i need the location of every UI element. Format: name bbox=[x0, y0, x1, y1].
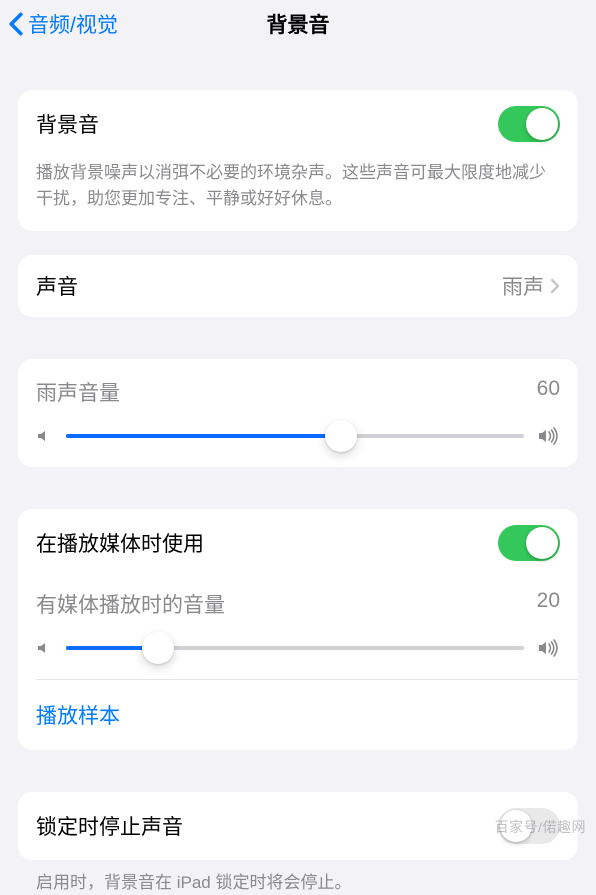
master-toggle[interactable] bbox=[498, 106, 560, 142]
back-button[interactable]: 音频/视觉 bbox=[8, 9, 118, 39]
chevron-left-icon bbox=[8, 12, 24, 36]
media-card: 在播放媒体时使用 有媒体播放时的音量 20 bbox=[18, 509, 578, 750]
lock-desc: 启用时，背景音在 iPad 锁定时将会停止。 bbox=[18, 860, 578, 895]
sound-card: 声音 雨声 bbox=[18, 255, 578, 317]
sound-value: 雨声 bbox=[502, 271, 544, 301]
master-label: 背景音 bbox=[36, 109, 498, 139]
volume-label: 雨声音量 bbox=[36, 377, 120, 407]
media-volume-thumb[interactable] bbox=[142, 632, 174, 664]
lock-toggle[interactable] bbox=[498, 808, 560, 844]
master-card: 背景音 播放背景噪声以消弭不必要的环境杂声。这些声音可最大限度地减少干扰，助您更… bbox=[18, 90, 578, 231]
sound-row[interactable]: 声音 雨声 bbox=[18, 255, 578, 317]
sample-row[interactable]: 播放样本 bbox=[18, 680, 578, 750]
speaker-high-icon bbox=[538, 427, 560, 445]
back-label: 音频/视觉 bbox=[28, 9, 118, 39]
lock-toggle-row: 锁定时停止声音 bbox=[18, 792, 578, 860]
media-toggle-row: 在播放媒体时使用 bbox=[18, 509, 578, 577]
chevron-right-icon bbox=[550, 278, 560, 294]
speaker-high-icon bbox=[538, 639, 560, 657]
volume-value: 60 bbox=[537, 377, 560, 407]
lock-label: 锁定时停止声音 bbox=[36, 811, 498, 841]
media-volume-value: 20 bbox=[537, 589, 560, 619]
play-sample-link[interactable]: 播放样本 bbox=[36, 705, 120, 728]
volume-card: 雨声音量 60 bbox=[18, 359, 578, 467]
master-toggle-row: 背景音 bbox=[18, 90, 578, 158]
speaker-low-icon bbox=[36, 428, 52, 444]
media-volume-track[interactable] bbox=[66, 646, 524, 650]
media-volume-label: 有媒体播放时的音量 bbox=[36, 589, 225, 619]
sound-label: 声音 bbox=[36, 271, 502, 301]
volume-slider[interactable] bbox=[36, 427, 560, 445]
speaker-low-icon bbox=[36, 640, 52, 656]
media-toggle-label: 在播放媒体时使用 bbox=[36, 528, 498, 558]
media-volume-slider[interactable] bbox=[36, 639, 560, 657]
media-toggle[interactable] bbox=[498, 525, 560, 561]
volume-thumb[interactable] bbox=[325, 420, 357, 452]
volume-track[interactable] bbox=[66, 434, 524, 438]
navbar: 音频/视觉 背景音 bbox=[0, 0, 596, 48]
master-desc: 播放背景噪声以消弭不必要的环境杂声。这些声音可最大限度地减少干扰，助您更加专注、… bbox=[18, 158, 578, 231]
lock-card: 锁定时停止声音 bbox=[18, 792, 578, 860]
